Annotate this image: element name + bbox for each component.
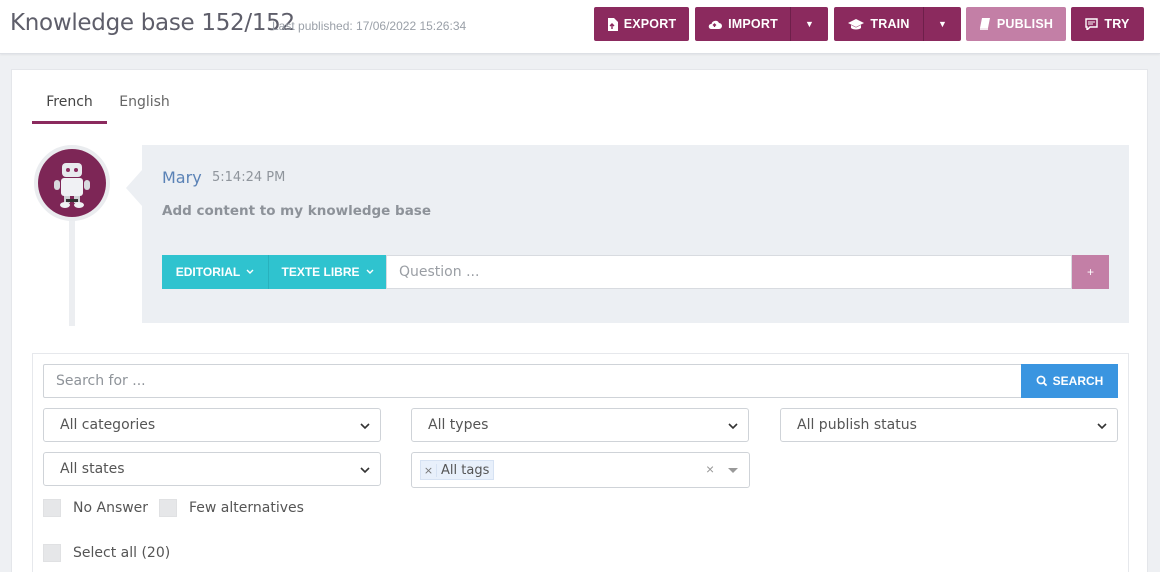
checkbox-box[interactable] bbox=[43, 499, 61, 517]
editorial-dropdown[interactable]: EDITORIAL bbox=[162, 255, 268, 289]
try-label: TRY bbox=[1104, 17, 1130, 31]
top-header: Knowledge base 152/152 Last published: 1… bbox=[0, 0, 1160, 54]
tags-multiselect[interactable]: × All tags × bbox=[411, 452, 750, 488]
tag-chip: × All tags bbox=[420, 460, 495, 480]
robot-icon bbox=[38, 149, 106, 217]
import-dropdown-toggle[interactable]: ▼ bbox=[790, 7, 828, 41]
page-title: Knowledge base 152/152 bbox=[10, 10, 295, 36]
chevron-down-icon bbox=[360, 467, 370, 474]
search-button[interactable]: SEARCH bbox=[1021, 364, 1118, 398]
publish-status-value: All publish status bbox=[797, 417, 917, 433]
few-alternatives-checkbox[interactable]: Few alternatives bbox=[159, 499, 304, 517]
graduation-cap-icon bbox=[848, 18, 865, 29]
publish-status-select[interactable]: All publish status bbox=[780, 408, 1118, 442]
add-question-button[interactable]: + bbox=[1072, 255, 1109, 289]
question-input[interactable] bbox=[386, 255, 1072, 289]
checkbox-box[interactable] bbox=[159, 499, 177, 517]
editorial-label: EDITORIAL bbox=[175, 265, 241, 279]
select-all-label: Select all (20) bbox=[73, 545, 171, 561]
checkbox-box[interactable] bbox=[43, 544, 61, 562]
train-dropdown-toggle[interactable]: ▼ bbox=[923, 7, 961, 41]
main-card: French English Mary 5:14:24 PM Add conte… bbox=[11, 69, 1148, 572]
publish-button[interactable]: PUBLISH bbox=[966, 7, 1066, 41]
chat-icon bbox=[1085, 18, 1099, 30]
export-label: EXPORT bbox=[623, 17, 677, 31]
publish-label: PUBLISH bbox=[996, 17, 1054, 31]
remove-tag-icon[interactable]: × bbox=[421, 463, 437, 477]
few-alternatives-label: Few alternatives bbox=[189, 500, 304, 516]
types-select[interactable]: All types bbox=[411, 408, 749, 442]
filters-panel: SEARCH All categories All types All publ… bbox=[32, 353, 1129, 572]
message-time: 5:14:24 PM bbox=[212, 170, 286, 185]
clear-tags-icon[interactable]: × bbox=[706, 461, 714, 477]
caret-down-icon[interactable] bbox=[728, 468, 738, 473]
import-label: IMPORT bbox=[728, 17, 778, 31]
bubble-arrow bbox=[126, 170, 142, 206]
chevron-down-icon bbox=[360, 423, 370, 430]
caret-down-icon: ▼ bbox=[938, 19, 947, 29]
language-tabs: French English bbox=[32, 92, 182, 124]
search-icon bbox=[1036, 375, 1047, 387]
timeline-line bbox=[69, 210, 75, 326]
mode-label: TEXTE LIBRE bbox=[281, 265, 360, 279]
states-value: All states bbox=[60, 461, 125, 477]
search-label: SEARCH bbox=[1052, 374, 1104, 388]
train-label: TRAIN bbox=[870, 17, 910, 31]
chevron-down-icon bbox=[246, 269, 254, 274]
last-published-text: Last published: 17/06/2022 15:26:34 bbox=[272, 19, 467, 33]
message-author: Mary bbox=[162, 168, 202, 187]
tag-label: All tags bbox=[441, 462, 490, 478]
categories-select[interactable]: All categories bbox=[43, 408, 381, 442]
train-button[interactable]: TRAIN bbox=[834, 7, 924, 41]
select-all-checkbox[interactable]: Select all (20) bbox=[43, 544, 170, 562]
try-button[interactable]: TRY bbox=[1071, 7, 1144, 41]
export-button[interactable]: EXPORT bbox=[594, 7, 689, 41]
tab-english[interactable]: English bbox=[107, 92, 182, 124]
types-value: All types bbox=[428, 417, 489, 433]
search-input[interactable] bbox=[43, 364, 1022, 398]
states-select[interactable]: All states bbox=[43, 452, 381, 486]
mode-dropdown[interactable]: TEXTE LIBRE bbox=[268, 255, 386, 289]
no-answer-label: No Answer bbox=[73, 500, 149, 516]
avatar bbox=[34, 145, 110, 221]
question-bar: EDITORIAL TEXTE LIBRE + bbox=[162, 255, 1109, 289]
book-icon bbox=[979, 18, 990, 30]
chevron-down-icon bbox=[366, 269, 373, 274]
tab-french[interactable]: French bbox=[32, 92, 107, 124]
message-text: Add content to my knowledge base bbox=[162, 203, 431, 219]
categories-value: All categories bbox=[60, 417, 156, 433]
chevron-down-icon bbox=[728, 423, 738, 430]
no-answer-checkbox[interactable]: No Answer bbox=[43, 499, 148, 517]
cloud-upload-icon bbox=[708, 20, 723, 29]
caret-down-icon: ▼ bbox=[805, 19, 814, 29]
message-bubble: Mary 5:14:24 PM Add content to my knowle… bbox=[142, 145, 1129, 323]
file-export-icon bbox=[607, 17, 618, 31]
import-button[interactable]: IMPORT bbox=[695, 7, 790, 41]
chevron-down-icon bbox=[1097, 423, 1107, 430]
